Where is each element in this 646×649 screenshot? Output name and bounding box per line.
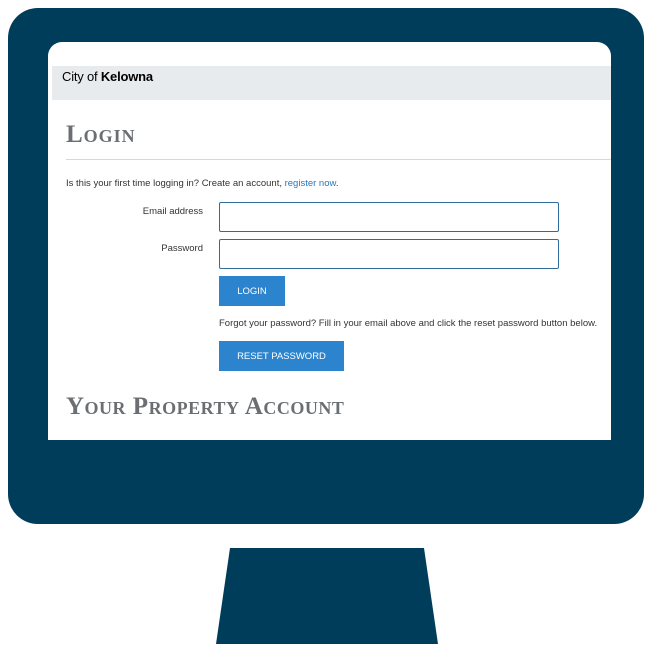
- city-logo[interactable]: City of Kelowna: [62, 69, 153, 84]
- monitor-stand: [216, 548, 438, 644]
- intro-text: Is this your first time logging in? Crea…: [66, 178, 285, 189]
- logo-text-bold: Kelowna: [100, 69, 153, 84]
- first-login-text: Is this your first time logging in? Crea…: [66, 178, 338, 189]
- login-button[interactable]: LOGIN: [219, 276, 285, 306]
- intro-end: .: [335, 178, 339, 189]
- heading-divider: [66, 159, 611, 160]
- forgot-password-text: Forgot your password? Fill in your email…: [219, 318, 598, 329]
- property-account-heading: Your Property Account: [66, 393, 345, 420]
- email-label: Email address: [142, 206, 203, 217]
- register-link[interactable]: register now: [285, 178, 336, 189]
- password-label: Password: [161, 243, 203, 254]
- logo-text-light: City of: [62, 69, 101, 84]
- password-field[interactable]: [219, 239, 559, 269]
- login-heading: Login: [66, 121, 136, 148]
- email-field[interactable]: [219, 202, 559, 232]
- monitor-screen: City of Kelowna Login Is this your first…: [48, 42, 611, 440]
- reset-password-button[interactable]: RESET PASSWORD: [219, 341, 344, 371]
